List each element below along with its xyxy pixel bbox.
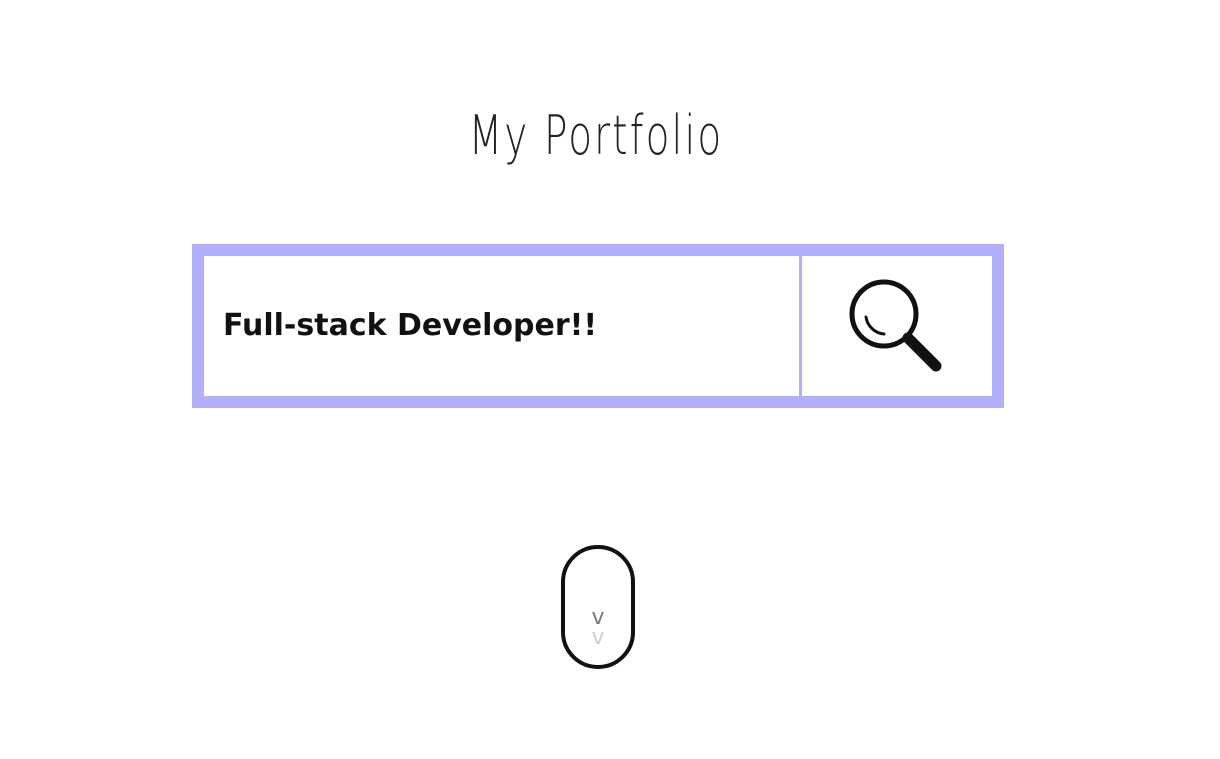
search-input[interactable]: Full-stack Developer!! bbox=[204, 256, 799, 396]
search-box: Full-stack Developer!! bbox=[192, 244, 1004, 408]
chevron-down-icon: v bbox=[591, 625, 605, 650]
scroll-down-mouse-icon[interactable]: v v bbox=[561, 545, 635, 669]
magnifying-glass-icon bbox=[849, 279, 942, 372]
search-button[interactable] bbox=[802, 256, 992, 396]
page-title: My Portfolio bbox=[468, 104, 724, 167]
